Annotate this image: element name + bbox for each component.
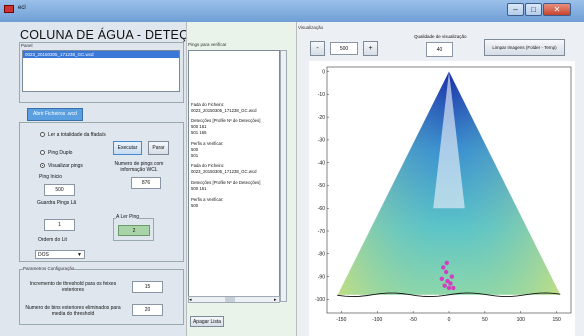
y-tick-label: -100 — [315, 297, 325, 303]
detection-point — [446, 285, 452, 291]
log-line: 500 161 — [191, 186, 207, 191]
detection-point — [444, 260, 450, 266]
chevron-left-icon[interactable]: ◂ — [189, 297, 192, 303]
y-tick-label: 0 — [322, 69, 325, 75]
radio-double-ping[interactable] — [40, 150, 45, 155]
detection-point — [451, 285, 456, 291]
log-line: 500 — [191, 147, 199, 152]
detection-point — [449, 274, 455, 279]
wcl-pings-label: Numero de pings com informação WCL — [114, 161, 164, 173]
maximize-button[interactable]: □ — [525, 3, 542, 16]
keep-pings-label: Guardra Pings Lã — [37, 200, 77, 206]
window-title: ecl — [18, 5, 26, 11]
radio-read-all-label: Ler a totalidade da ffada/s — [48, 132, 106, 138]
detection-point — [448, 281, 453, 286]
chevron-down-icon: ▼ — [77, 252, 82, 258]
log-line: Detecções [Profile Nº de Detecções] — [191, 118, 261, 123]
pings-log[interactable] — [188, 50, 280, 302]
scroll-thumb[interactable] — [225, 297, 235, 302]
execute-button[interactable]: Executar — [113, 141, 142, 155]
x-tick-label: -150 — [336, 317, 346, 323]
wcl-pings-input[interactable]: 876 — [131, 177, 161, 189]
chevron-right-icon[interactable]: ▸ — [274, 297, 277, 303]
y-tick-label: -10 — [318, 92, 325, 98]
quality-label: Qualidade de visualização — [414, 34, 467, 39]
beams-input[interactable]: 20 — [132, 304, 163, 316]
threshold-input[interactable]: 15 — [132, 281, 163, 293]
log-line: 0023_20150305_171238_GC.wcd — [191, 108, 257, 113]
title-bar: ecl — [0, 0, 584, 22]
y-tick-label: -30 — [318, 138, 325, 144]
zoom-in-button[interactable]: + — [363, 41, 378, 56]
log-line: 501 165 — [191, 130, 207, 135]
radio-double-ping-label: Ping Duplo — [48, 150, 73, 156]
detection-point — [443, 269, 449, 275]
log-line: 501 — [191, 153, 199, 158]
detection-point — [441, 265, 446, 270]
y-tick-label: -60 — [318, 206, 325, 212]
y-tick-label: -70 — [318, 229, 325, 235]
x-tick-label: 0 — [448, 317, 451, 323]
log-line: Fada do Ficheiro: — [191, 102, 225, 107]
radio-read-all[interactable] — [40, 132, 45, 137]
clear-list-button[interactable]: Apagar Lista — [190, 316, 224, 327]
close-button[interactable]: ✕ — [543, 3, 571, 16]
y-tick-label: -40 — [318, 160, 325, 166]
log-line: 500 — [191, 203, 199, 208]
y-tick-label: -90 — [318, 274, 325, 280]
radio-view-pings-label: Visualizar pings — [48, 163, 83, 169]
config-label: Parametros Configuração — [23, 266, 75, 271]
open-files-button[interactable]: Abrir Ficheiros .wcd — [27, 108, 83, 121]
format-select-value: DOS — [38, 252, 49, 258]
x-tick-label: -50 — [410, 317, 417, 323]
visualization-label: Visualização — [298, 25, 324, 30]
detection-point — [442, 283, 447, 288]
minimize-button[interactable]: – — [507, 3, 524, 16]
pings-panel-label: Pings para verificar — [188, 42, 227, 47]
radio-view-pings[interactable] — [40, 163, 45, 168]
threshold-label: Incremento de threshold para os feixes e… — [29, 281, 117, 293]
reading-ping-value: 2 — [118, 225, 150, 236]
file-list-item[interactable]: 0023_20150305_171238_GC.wcd — [23, 51, 179, 58]
panel-label: Panel — [21, 43, 33, 48]
x-tick-label: 100 — [517, 317, 526, 323]
quality-input[interactable]: 40 — [426, 42, 453, 57]
log-line: 500 161 — [191, 124, 207, 129]
log-line: 0023_20150305_171238_GC.wcd — [191, 169, 257, 174]
y-tick-label: -20 — [318, 115, 325, 121]
zoom-out-button[interactable]: - — [310, 41, 325, 56]
clean-images-button[interactable]: Limpar Imagens (Folder - Temp) — [484, 39, 565, 56]
y-tick-label: -50 — [318, 183, 325, 189]
order-label: Ordem do Lit — [38, 237, 67, 243]
log-line: Perfis a Verificar: — [191, 141, 224, 146]
log-line: Fada do Ficheiro: — [191, 163, 225, 168]
app-icon — [4, 5, 14, 13]
reading-ping-label: A Ler Ping — [116, 214, 140, 220]
zoom-input[interactable]: 500 — [330, 42, 358, 55]
x-tick-label: -100 — [372, 317, 382, 323]
ping-start-input[interactable]: 500 — [44, 184, 75, 196]
log-vertical-scrollbar[interactable] — [280, 50, 287, 302]
y-tick-label: -80 — [318, 252, 325, 258]
keep-pings-input[interactable]: 1 — [44, 219, 75, 231]
water-column-plot: -150 -100 -50 0 50 100 150 0 -10 -20 -30 -40 -50 -60 -… — [309, 61, 575, 336]
log-line: Perfis a Verificar: — [191, 197, 224, 202]
ping-start-label: Ping Inicio — [39, 174, 63, 180]
log-line: Detecções [Profile Nº de Detecções] — [191, 180, 261, 185]
format-select[interactable]: DOS ▼ — [35, 250, 85, 259]
x-tick-label: 50 — [482, 317, 488, 323]
beams-label: Numero de bins exteriores eliminados par… — [25, 305, 121, 317]
stop-button[interactable]: Parar — [148, 141, 169, 155]
detection-point — [439, 276, 445, 282]
x-tick-label: 150 — [552, 317, 561, 323]
